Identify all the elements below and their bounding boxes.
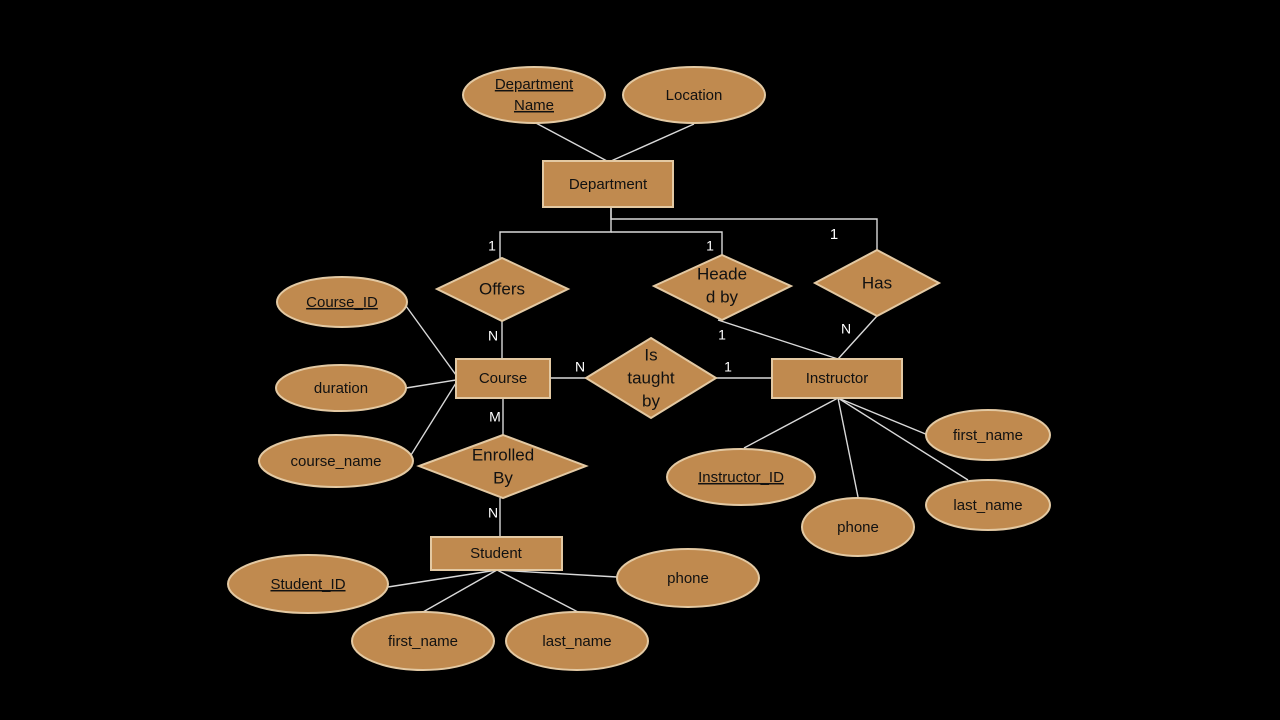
instructor-id-label: Instructor_ID [698, 469, 784, 486]
attribute-instructor-last-name: last_name [925, 479, 1051, 531]
instructor-last-name-label: last_name [953, 497, 1022, 514]
is-taught-by-line3: by [642, 391, 660, 410]
card-taught-course: N [575, 359, 585, 375]
attribute-student-last-name: last_name [505, 611, 649, 671]
relationship-has: Has [812, 248, 942, 318]
attribute-duration: duration [275, 364, 407, 412]
attribute-student-first-name: first_name [351, 611, 495, 671]
link-lastname-student [496, 569, 579, 613]
link-phone-instructor [837, 397, 859, 498]
student-first-name-label: first_name [388, 633, 458, 650]
entity-student: Student [430, 536, 563, 571]
instructor-first-name-label: first_name [953, 427, 1023, 444]
link-location-department [610, 123, 695, 162]
location-label: Location [666, 87, 723, 104]
course-label: Course [479, 370, 527, 387]
department-name-line2: Name [514, 97, 554, 114]
instructor-phone-label: phone [837, 519, 879, 536]
attribute-course-name: course_name [258, 434, 414, 488]
attribute-course-id: Course_ID [276, 276, 408, 328]
department-label: Department [569, 176, 648, 193]
relationship-headed-by: Heade d by [651, 253, 794, 322]
link-firstname-instructor [837, 397, 929, 436]
attribute-student-phone: phone [616, 548, 760, 608]
headed-by-line2: d by [706, 287, 739, 306]
instructor-label: Instructor [806, 370, 869, 387]
link-phone-student [496, 569, 618, 578]
card-has-department: 1 [830, 226, 838, 243]
attribute-department-name: Department Name [462, 66, 606, 124]
attribute-student-id: Student_ID [227, 554, 389, 614]
card-enrolled-student: N [488, 505, 498, 521]
department-name-line1: Department [495, 76, 574, 93]
relationship-is-taught-by: Is taught by [584, 336, 718, 420]
card-enrolled-course: M [489, 409, 501, 425]
link-duration-course [405, 379, 457, 389]
er-diagram: Department Name Location Course_ID durat… [227, 66, 1051, 671]
card-offers-department: 1 [488, 238, 496, 254]
student-phone-label: phone [667, 570, 709, 587]
card-headedby-instructor: 1 [718, 327, 726, 343]
entity-department: Department [542, 160, 674, 208]
link-deptname-department [533, 121, 608, 162]
is-taught-by-line2: taught [627, 368, 675, 387]
has-label: Has [862, 273, 892, 292]
card-taught-instructor: 1 [724, 359, 732, 375]
relationship-enrolled-by: Enrolled By [416, 433, 589, 500]
card-offers-course: N [488, 328, 498, 344]
entity-course: Course [455, 358, 551, 399]
link-courseid-course [405, 305, 457, 376]
entity-instructor: Instructor [771, 358, 903, 399]
is-taught-by-line1: Is [644, 345, 657, 364]
offers-label: Offers [479, 279, 525, 298]
card-headedby-department: 1 [706, 238, 714, 254]
link-instructorid-instructor [743, 397, 839, 449]
card-has-instructor: N [841, 321, 851, 337]
headed-by-line1: Heade [697, 264, 747, 283]
enrolled-by-line1: Enrolled [472, 445, 534, 464]
attribute-instructor-id: Instructor_ID [666, 448, 816, 506]
link-coursename-course [410, 382, 457, 456]
attribute-location: Location [622, 66, 766, 124]
attribute-instructor-phone: phone [801, 497, 915, 557]
link-department-offers [499, 207, 612, 258]
link-headedby-instructor [717, 319, 839, 360]
student-id-label: Student_ID [270, 576, 345, 593]
course-name-label: course_name [291, 453, 382, 470]
student-last-name-label: last_name [542, 633, 611, 650]
student-label: Student [470, 545, 523, 562]
course-id-label: Course_ID [306, 294, 378, 311]
duration-label: duration [314, 380, 368, 397]
attribute-instructor-first-name: first_name [925, 409, 1051, 461]
relationship-offers: Offers [434, 256, 571, 323]
enrolled-by-line2: By [493, 468, 513, 487]
